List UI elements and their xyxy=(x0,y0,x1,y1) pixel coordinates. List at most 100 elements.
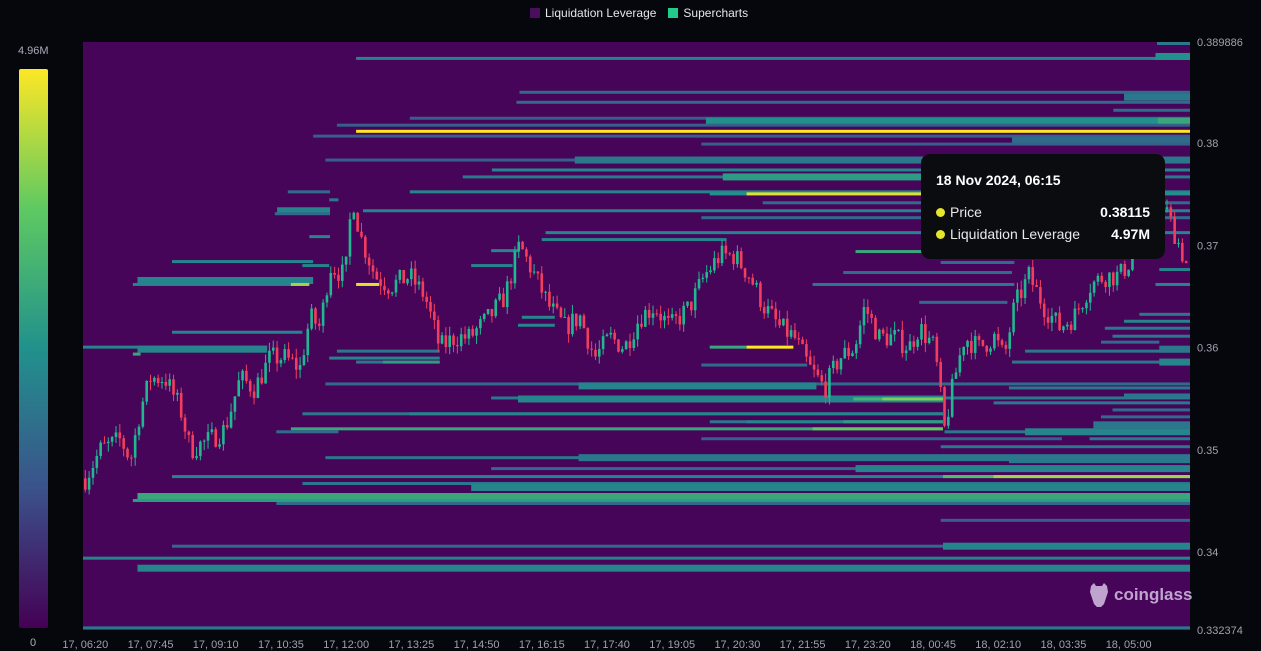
candle[interactable] xyxy=(145,380,148,405)
heatmap-band[interactable] xyxy=(746,192,922,196)
heatmap-band[interactable] xyxy=(940,260,1015,264)
heatmap-band[interactable] xyxy=(171,260,314,264)
candle[interactable] xyxy=(191,431,195,460)
candle[interactable] xyxy=(943,386,946,428)
heatmap-band[interactable] xyxy=(309,235,331,239)
heatmap-band[interactable] xyxy=(1112,408,1190,412)
heatmap-band[interactable] xyxy=(1157,117,1190,125)
heatmap-band[interactable] xyxy=(276,501,1190,505)
heatmap-band[interactable] xyxy=(746,345,794,349)
heatmap-band[interactable] xyxy=(855,465,1190,473)
heatmap-band[interactable] xyxy=(1025,349,1190,353)
candle[interactable] xyxy=(356,212,359,232)
heatmap-band[interactable] xyxy=(1093,421,1190,429)
heatmap-band[interactable] xyxy=(517,323,555,327)
candle[interactable] xyxy=(352,211,356,220)
heatmap-band[interactable] xyxy=(578,382,817,390)
heatmap-band[interactable] xyxy=(701,142,1190,146)
heatmap-band[interactable] xyxy=(940,445,1190,449)
candle[interactable] xyxy=(624,340,628,350)
heatmap-band[interactable] xyxy=(578,454,1190,462)
heatmap-band[interactable] xyxy=(356,282,380,286)
heatmap-band[interactable] xyxy=(1157,41,1190,45)
heatmap-band[interactable] xyxy=(709,345,747,349)
heatmap-band[interactable] xyxy=(137,564,1190,572)
heatmap-band[interactable] xyxy=(1124,319,1190,323)
heatmap-band[interactable] xyxy=(132,352,141,356)
candle[interactable] xyxy=(1012,298,1015,336)
heatmap-band[interactable] xyxy=(1101,340,1160,344)
heatmap-band[interactable] xyxy=(1159,268,1190,272)
heatmap-band[interactable] xyxy=(722,173,922,181)
heatmap-band[interactable] xyxy=(882,397,943,401)
heatmap-band[interactable] xyxy=(290,282,310,286)
heatmap-band[interactable] xyxy=(855,250,922,254)
heatmap-band[interactable] xyxy=(137,493,1190,501)
liquidation-heatmap-chart[interactable]: 17, 06:20 17, 07:45 17, 09:10 17, 10:35 17, … xyxy=(0,0,1261,651)
heatmap-band[interactable] xyxy=(356,56,1190,60)
candle[interactable] xyxy=(617,338,620,353)
candle[interactable] xyxy=(759,280,762,312)
heatmap-band[interactable] xyxy=(83,626,1190,630)
heatmap-band[interactable] xyxy=(993,475,1190,479)
heatmap-band[interactable] xyxy=(1089,437,1190,441)
heatmap-band[interactable] xyxy=(1104,326,1190,330)
heatmap-band[interactable] xyxy=(843,420,943,424)
heatmap-band[interactable] xyxy=(516,100,1190,104)
candle[interactable] xyxy=(582,313,586,329)
heatmap-band[interactable] xyxy=(1155,282,1190,286)
heatmap-band[interactable] xyxy=(274,212,331,216)
heatmap-band[interactable] xyxy=(1012,136,1190,144)
heatmap-band[interactable] xyxy=(843,271,1013,275)
candle[interactable] xyxy=(513,246,517,289)
heatmap-band[interactable] xyxy=(329,198,339,202)
heatmap-band[interactable] xyxy=(471,264,513,268)
heatmap-band[interactable] xyxy=(541,238,727,242)
heatmap-band[interactable] xyxy=(701,363,808,367)
candle[interactable] xyxy=(559,306,563,319)
heatmap-band[interactable] xyxy=(382,360,440,364)
heatmap-band[interactable] xyxy=(137,345,268,353)
candle[interactable] xyxy=(521,240,524,250)
heatmap-band[interactable] xyxy=(812,282,1015,286)
heatmap-band[interactable] xyxy=(409,412,943,416)
heatmap-band[interactable] xyxy=(1124,93,1190,101)
heatmap-band[interactable] xyxy=(329,356,440,360)
heatmap-band[interactable] xyxy=(132,282,295,286)
heatmap-band[interactable] xyxy=(336,123,1190,127)
heatmap-band[interactable] xyxy=(1159,358,1190,366)
candle[interactable] xyxy=(141,397,145,429)
heatmap-band[interactable] xyxy=(519,90,1190,94)
heatmap-band[interactable] xyxy=(993,401,1190,405)
heatmap-band[interactable] xyxy=(919,300,1008,304)
heatmap-band[interactable] xyxy=(1101,415,1190,419)
heatmap-band[interactable] xyxy=(1155,52,1190,60)
legend-item-supercharts[interactable]: Supercharts xyxy=(668,6,748,20)
heatmap-band[interactable] xyxy=(812,427,943,431)
legend-item-liquidation-leverage[interactable]: Liquidation Leverage xyxy=(530,6,656,20)
heatmap-band[interactable] xyxy=(1139,312,1190,316)
heatmap-band[interactable] xyxy=(1008,386,1190,390)
heatmap-band[interactable] xyxy=(1008,460,1190,464)
heatmap-band[interactable] xyxy=(701,437,1062,441)
heatmap-band[interactable] xyxy=(287,190,331,194)
heatmap-band[interactable] xyxy=(302,264,330,268)
heatmap-band[interactable] xyxy=(1112,334,1190,338)
heatmap-band[interactable] xyxy=(1124,393,1190,397)
heatmap-band[interactable] xyxy=(471,484,1190,492)
heatmap-band[interactable] xyxy=(1113,108,1190,112)
heatmap-band[interactable] xyxy=(942,542,1190,550)
candle[interactable] xyxy=(214,427,218,448)
heatmap-band[interactable] xyxy=(521,315,555,319)
heatmap-band[interactable] xyxy=(276,430,339,434)
heatmap-band[interactable] xyxy=(171,330,303,334)
heatmap-band[interactable] xyxy=(705,117,1190,125)
candle[interactable] xyxy=(935,332,939,367)
candle[interactable] xyxy=(950,373,954,418)
heatmap-band[interactable] xyxy=(491,467,856,471)
candle[interactable] xyxy=(494,298,498,319)
candle[interactable] xyxy=(939,357,942,393)
candle[interactable] xyxy=(993,331,996,351)
candle[interactable] xyxy=(782,318,785,327)
heatmap-band[interactable] xyxy=(1025,428,1190,436)
